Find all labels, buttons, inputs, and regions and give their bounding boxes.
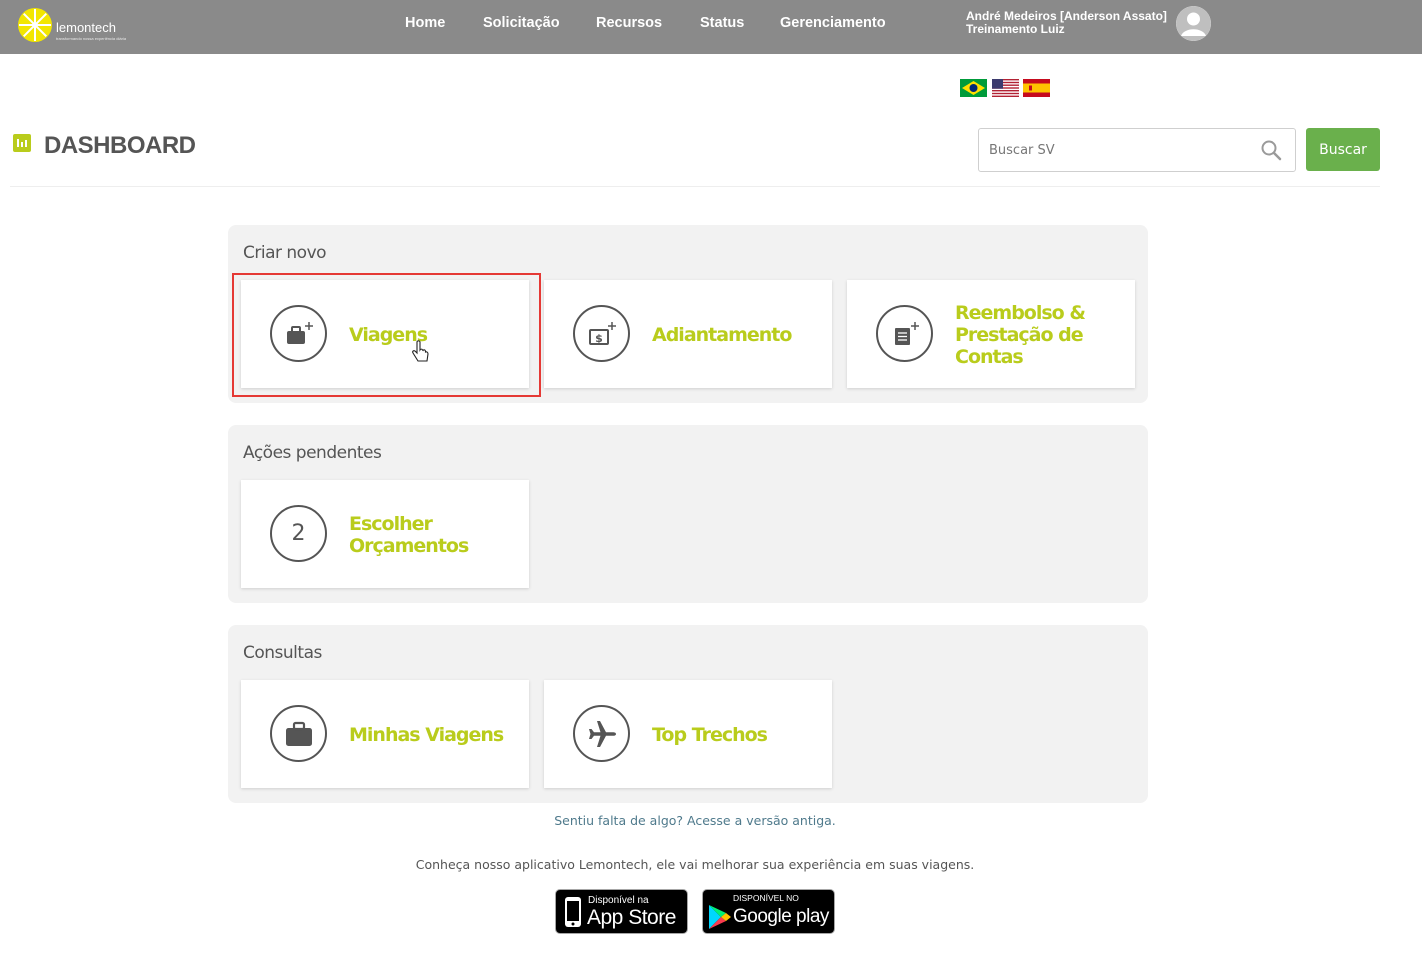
- create-new-title: Criar novo: [243, 243, 327, 263]
- pending-actions-title: Ações pendentes: [243, 443, 382, 463]
- nav-status[interactable]: Status: [700, 15, 744, 31]
- flag-usa-icon[interactable]: [992, 79, 1019, 97]
- hand-cursor-icon: [412, 340, 429, 362]
- app-store-badge[interactable]: Disponível na App Store: [555, 889, 688, 934]
- pending-count-circle: 2: [270, 505, 327, 562]
- top-navigation-bar: lemontech transformando nossa experiênci…: [0, 0, 1422, 54]
- google-play-big-text: Google play: [733, 906, 829, 927]
- header-divider: [10, 186, 1380, 187]
- nav-solicitacao[interactable]: Solicitação: [483, 15, 560, 31]
- nav-gerenciamento[interactable]: Gerenciamento: [780, 15, 886, 31]
- brand-tagline: transformando nossa experiência diária: [56, 36, 126, 41]
- pending-count: 2: [291, 521, 306, 546]
- queries-title: Consultas: [243, 643, 322, 663]
- svg-text:$: $: [595, 332, 603, 345]
- queries-panel: Consultas Minhas Viagens Top Trechos: [228, 625, 1148, 803]
- google-play-badge[interactable]: DISPONÍVEL NO Google play: [702, 889, 835, 934]
- pending-actions-panel: Ações pendentes 2 Escolher Orçamentos: [228, 425, 1148, 603]
- search-input[interactable]: [989, 139, 1249, 161]
- card-icon-circle: [876, 305, 933, 362]
- brand-name: lemontech: [56, 20, 116, 35]
- user-info[interactable]: André Medeiros [Anderson Assato] Treinam…: [966, 10, 1167, 36]
- dashboard-chart-icon: [13, 134, 31, 152]
- card-reembolso[interactable]: Reembolso & Prestação de Contas: [847, 280, 1135, 388]
- card-adiantamento[interactable]: $ Adiantamento: [544, 280, 832, 388]
- card-minhas-viagens[interactable]: Minhas Viagens: [241, 680, 529, 788]
- flag-spain-icon[interactable]: [1023, 79, 1050, 97]
- card-escolher-line-2: Orçamentos: [349, 535, 469, 557]
- card-icon-circle: $: [573, 305, 630, 362]
- card-icon-circle: [270, 705, 327, 762]
- card-adiantamento-label: Adiantamento: [652, 324, 792, 346]
- card-escolher-line-1: Escolher: [349, 513, 433, 535]
- card-reembolso-line-1: Reembolso &: [955, 302, 1086, 324]
- card-reembolso-line-2: Prestação de: [955, 324, 1084, 346]
- old-version-link[interactable]: Sentiu falta de algo? Acesse a versão an…: [0, 813, 1390, 828]
- search-icon[interactable]: [1260, 139, 1282, 161]
- search-box: [978, 128, 1296, 172]
- app-promo-text: Conheça nosso aplicativo Lemontech, ele …: [415, 857, 975, 872]
- google-play-icon: [709, 905, 731, 929]
- smartphone-icon: [565, 897, 581, 927]
- search-button[interactable]: Buscar: [1306, 128, 1380, 171]
- create-new-panel: Criar novo Viagens $ Adiantamento Reembo…: [228, 225, 1148, 403]
- briefcase-icon: [285, 721, 312, 746]
- nav-home[interactable]: Home: [405, 15, 445, 31]
- receipt-plus-icon: [894, 321, 919, 345]
- card-top-trechos-label: Top Trechos: [652, 724, 768, 746]
- page-title: DASHBOARD: [44, 132, 196, 159]
- lemon-icon: [18, 8, 52, 42]
- card-viagens[interactable]: Viagens: [241, 280, 529, 388]
- app-store-big-text: App Store: [587, 906, 676, 929]
- card-reembolso-line-3: Contas: [955, 346, 1024, 368]
- card-icon-circle: [573, 705, 630, 762]
- flag-brazil-icon[interactable]: [960, 79, 987, 97]
- card-top-trechos[interactable]: Top Trechos: [544, 680, 832, 788]
- card-icon-circle: [270, 305, 327, 362]
- user-organization: Treinamento Luiz: [966, 22, 1065, 36]
- airplane-icon: [588, 720, 616, 747]
- google-play-small-text: DISPONÍVEL NO: [733, 893, 799, 903]
- money-plus-icon: $: [588, 321, 616, 345]
- card-reembolso-label: Reembolso & Prestação de Contas: [955, 302, 1086, 368]
- card-minhas-viagens-label: Minhas Viagens: [349, 724, 504, 746]
- card-escolher-orcamentos[interactable]: 2 Escolher Orçamentos: [241, 480, 529, 588]
- lemontech-logo[interactable]: lemontech transformando nossa experiênci…: [16, 6, 126, 46]
- app-store-small-text: Disponível na: [588, 895, 649, 906]
- avatar[interactable]: [1176, 6, 1211, 41]
- nav-recursos[interactable]: Recursos: [596, 15, 662, 31]
- card-escolher-orcamentos-label: Escolher Orçamentos: [349, 513, 469, 557]
- briefcase-plus-icon: [286, 321, 313, 344]
- user-silhouette-icon: [1176, 6, 1211, 41]
